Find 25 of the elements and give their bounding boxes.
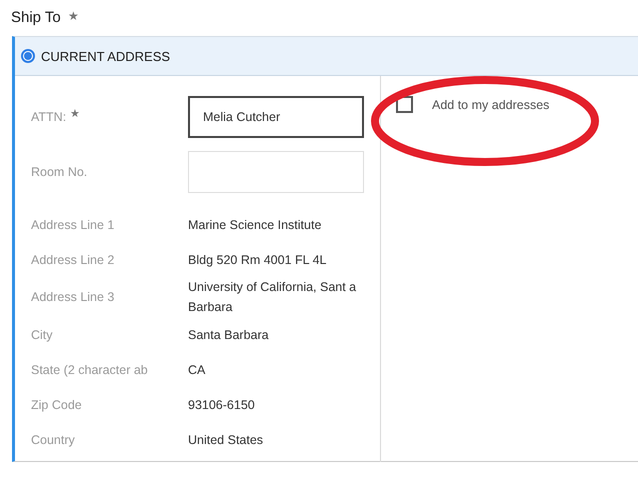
field-label: City [31,328,53,342]
field-label: Zip Code [31,398,82,412]
checkbox[interactable] [396,96,413,113]
required-mark: ★ [70,106,80,120]
field-value: United States [188,432,264,448]
section-title: Ship To [11,9,61,26]
field-label: Room No. [31,164,88,178]
input-field[interactable] [188,150,364,192]
required-mark: ★ [68,9,79,23]
field-value: 93106-6150 [188,396,256,414]
input-field[interactable]: Melia Cutcher [188,96,364,138]
field-label: ATTN: [31,110,66,124]
field-value: University of California, Sant a Barbara [188,279,358,316]
field-value: Bldg 520 Rm 4001 FL 4L [188,252,328,269]
field-label: Country [31,432,75,446]
field-label: State (2 character ab [31,362,148,376]
field-value: Santa Barbara [188,326,270,344]
radio-button[interactable] [21,49,35,63]
checkbox-label: Add to my addresses [432,98,550,112]
field-label: Address Line 3 [31,290,114,304]
field-value: Marine Science Institute [188,216,322,234]
option-label: CURRENT ADDRESS [41,48,170,64]
field-label: Address Line 1 [31,218,114,232]
field-label: Address Line 2 [31,252,114,266]
field-value: CA [188,362,206,378]
